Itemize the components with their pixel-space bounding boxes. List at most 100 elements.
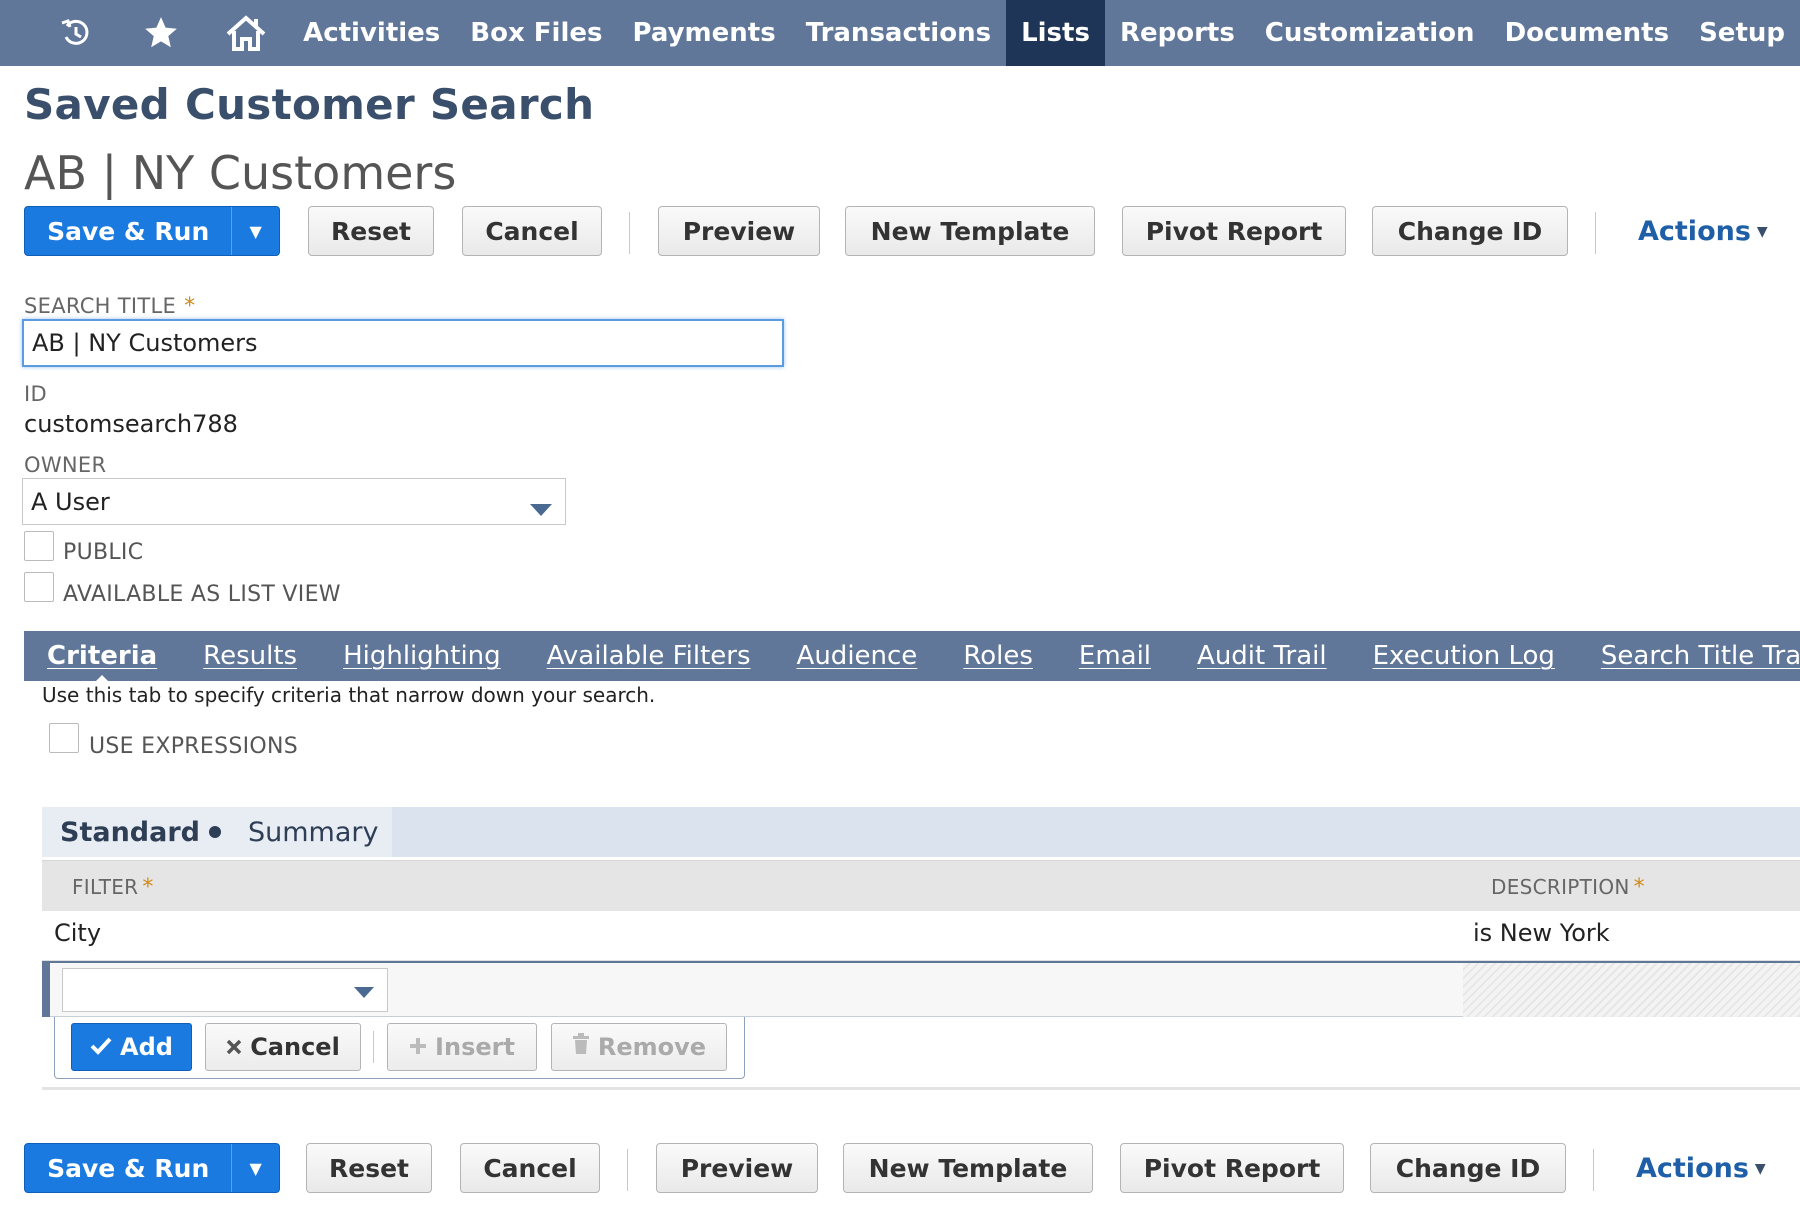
close-icon [226,1033,242,1061]
tab-results[interactable]: Results [180,641,320,671]
criteria-subtabs: Standard Summary [42,807,1800,857]
description-column-header: DESCRIPTION * [1491,875,1645,900]
list-view-checkbox[interactable] [24,572,54,602]
nav-documents[interactable]: Documents [1490,0,1685,66]
filter-column-header: FILTER * [72,875,154,900]
subtab-standard-label: Standard [60,816,200,848]
list-view-label: AVAILABLE AS LIST VIEW [63,582,341,607]
description-cell-disabled [1463,963,1800,1017]
owner-value: A User [31,487,110,516]
reset-button[interactable]: Reset [308,206,434,256]
filter-select[interactable] [62,968,388,1012]
toolbar-divider [1593,1149,1594,1191]
active-dot-icon [208,826,221,838]
top-button-bar: Save & Run ▼ Reset Cancel Preview New Te… [24,206,1784,258]
nav-payments[interactable]: Payments [617,0,790,66]
tab-execution-log[interactable]: Execution Log [1350,641,1578,671]
trash-icon [572,1033,590,1061]
required-mark: * [1633,875,1645,900]
save-run-button-group: Save & Run ▼ [24,206,280,256]
record-name: AB | NY Customers [24,146,457,200]
insert-line-label: Insert [435,1033,515,1061]
recent-history-icon[interactable] [33,0,118,66]
nav-reports[interactable]: Reports [1105,0,1250,66]
description-cell: is New York [1473,919,1610,947]
id-label: ID [24,382,47,406]
sublist-bottom-border [42,1087,1800,1090]
cancel-line-button[interactable]: Cancel [205,1023,361,1071]
top-navigation-bar: Activities Box Files Payments Transactio… [0,0,1800,66]
save-run-button-group: Save & Run ▼ [24,1143,280,1193]
edit-row-indicator [42,961,50,1017]
use-expressions-label: USE EXPRESSIONS [89,734,299,759]
tab-audit-trail[interactable]: Audit Trail [1174,641,1350,671]
insert-line-button[interactable]: Insert [387,1023,537,1071]
save-run-button[interactable]: Save & Run [25,1144,231,1192]
bottom-button-bar: Save & Run ▼ Reset Cancel Preview New Te… [24,1143,1784,1195]
page-title: Saved Customer Search [24,80,595,129]
preview-button[interactable]: Preview [658,206,820,256]
search-title-input[interactable] [22,319,784,367]
use-expressions-checkbox[interactable] [49,723,79,753]
chevron-down-icon [353,984,375,1003]
filter-cell: City [54,919,102,947]
save-run-dropdown[interactable]: ▼ [231,1144,279,1192]
plus-icon [409,1033,427,1061]
required-mark: * [184,294,196,319]
remove-line-label: Remove [597,1033,707,1061]
table-row[interactable]: City is New York [42,911,1800,961]
save-run-button[interactable]: Save & Run [25,207,231,255]
new-template-button[interactable]: New Template [843,1143,1093,1193]
caret-down-icon: ▼ [1756,223,1768,240]
owner-label: OWNER [24,453,107,477]
tab-criteria[interactable]: Criteria [24,641,180,682]
reset-button[interactable]: Reset [306,1143,432,1193]
preview-button[interactable]: Preview [656,1143,818,1193]
change-id-button[interactable]: Change ID [1370,1143,1566,1193]
nav-box-files[interactable]: Box Files [455,0,617,66]
tab-email[interactable]: Email [1056,641,1174,671]
caret-down-icon: ▼ [249,221,262,241]
save-run-dropdown[interactable]: ▼ [231,207,279,255]
add-line-button[interactable]: Add [71,1023,192,1071]
cancel-button[interactable]: Cancel [460,1143,600,1193]
pivot-report-button[interactable]: Pivot Report [1122,206,1346,256]
line-button-bar: Add Cancel Insert Remove [54,1017,745,1079]
actions-label: Actions [1636,1153,1749,1184]
subtab-summary[interactable]: Summary [248,807,378,857]
new-template-button[interactable]: New Template [845,206,1095,256]
search-title-label: SEARCH TITLE * [24,294,196,319]
nav-setup[interactable]: Setup [1684,0,1800,66]
nav-customization[interactable]: Customization [1250,0,1490,66]
criteria-grid-header: FILTER * DESCRIPTION * [42,860,1800,911]
actions-menu[interactable]: Actions ▼ [1638,216,1768,247]
pivot-report-button[interactable]: Pivot Report [1120,1143,1344,1193]
criteria-help-text: Use this tab to specify criteria that na… [42,683,656,707]
owner-select[interactable]: A User [22,478,566,525]
new-criteria-row [42,961,1800,1017]
nav-transactions[interactable]: Transactions [791,0,1006,66]
home-icon[interactable] [203,0,288,66]
public-label: PUBLIC [63,540,144,565]
actions-menu[interactable]: Actions ▼ [1636,1153,1766,1184]
tab-available-filters[interactable]: Available Filters [524,641,774,671]
nav-activities[interactable]: Activities [288,0,455,66]
search-tabs: Criteria Results Highlighting Available … [24,631,1800,682]
nav-lists[interactable]: Lists [1006,0,1105,66]
cancel-button[interactable]: Cancel [462,206,602,256]
public-checkbox[interactable] [24,531,54,561]
remove-line-button[interactable]: Remove [551,1023,727,1071]
cancel-line-label: Cancel [250,1033,340,1061]
caret-down-icon: ▼ [249,1158,262,1178]
tab-search-title-translation[interactable]: Search Title Tran [1578,641,1800,671]
add-line-label: Add [120,1033,173,1061]
caret-down-icon: ▼ [1754,1160,1766,1177]
toolbar-divider [629,212,630,254]
star-icon[interactable] [118,0,203,66]
tab-audience[interactable]: Audience [774,641,941,671]
tab-highlighting[interactable]: Highlighting [320,641,524,671]
tab-roles[interactable]: Roles [940,641,1056,671]
toolbar-divider [627,1149,628,1191]
checkmark-icon [90,1033,112,1061]
change-id-button[interactable]: Change ID [1372,206,1568,256]
